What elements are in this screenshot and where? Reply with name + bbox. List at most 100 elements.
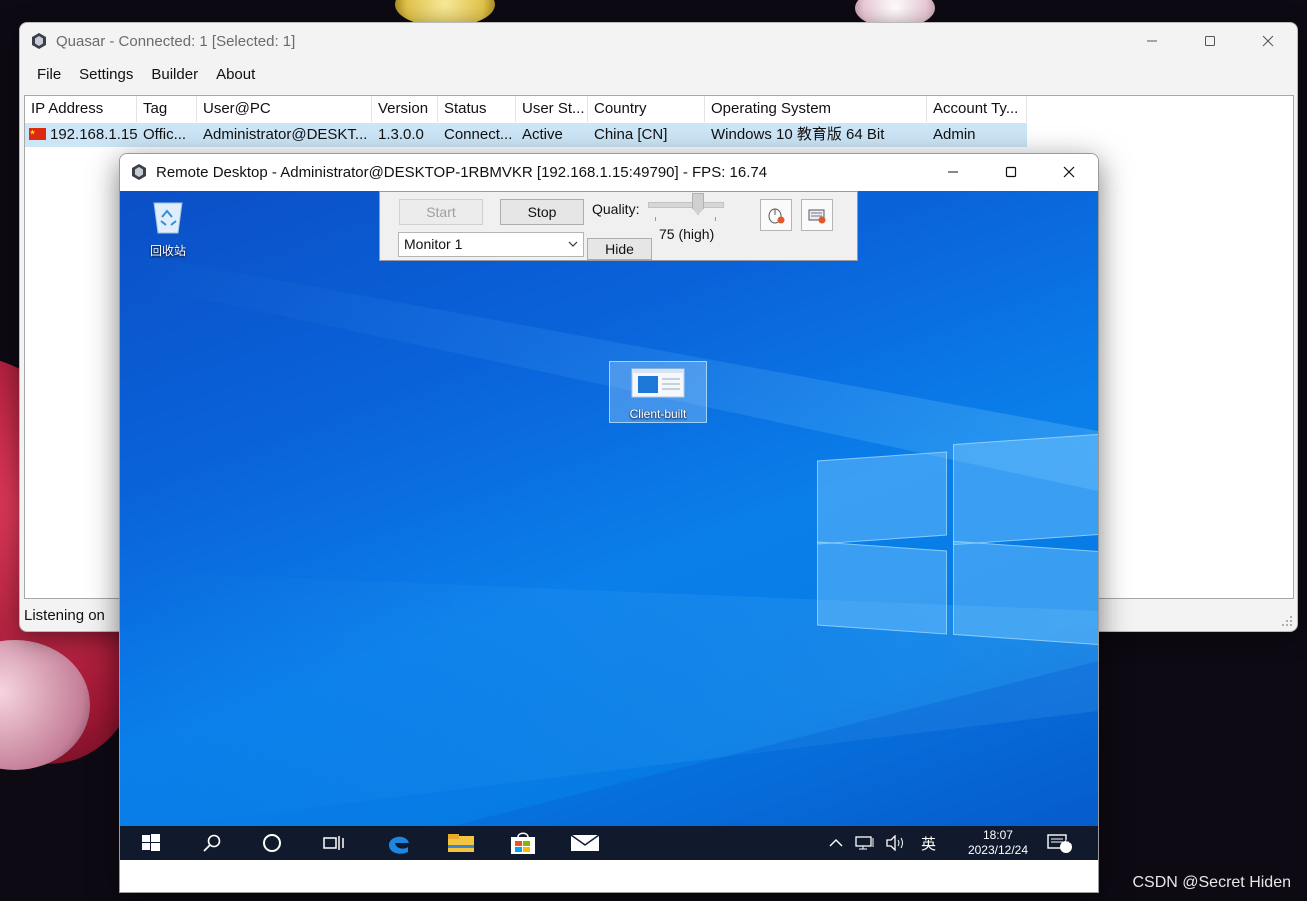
rd-minimize-button[interactable] (924, 154, 982, 190)
close-button[interactable] (1239, 23, 1297, 59)
network-icon (855, 836, 874, 850)
menu-builder[interactable]: Builder (142, 61, 207, 89)
column-header-country[interactable]: Country (588, 96, 705, 122)
cell-user-pc: Administrator@DESKT... (203, 126, 368, 143)
remote-desktop-toolbar: Start Stop Quality: 75 (high) Monitor 1 … (379, 191, 858, 261)
edge-browser-icon (389, 836, 409, 854)
cell-version: 1.3.0.0 (378, 126, 424, 143)
column-header-tag[interactable]: Tag (137, 96, 197, 122)
start-menu-button[interactable] (134, 826, 168, 860)
recycle-bin-desktop-icon[interactable]: 回收站 (140, 197, 196, 259)
column-header-user-status[interactable]: User St... (516, 96, 588, 122)
client-ip: 192.168.1.15 (50, 126, 137, 143)
column-header-ip[interactable]: IP Address (25, 96, 137, 122)
windows-logo-icon (142, 834, 160, 851)
cortana-circle-icon (263, 834, 281, 852)
remote-desktop-titlebar[interactable]: Remote Desktop - Administrator@DESKTOP-1… (120, 154, 1098, 190)
cell-os: Windows 10 教育版 64 Bit (711, 126, 885, 143)
close-icon (1063, 166, 1075, 178)
stop-button[interactable]: Stop (500, 199, 584, 225)
action-center-button[interactable]: 4 (1042, 826, 1078, 860)
client-row[interactable]: 192.168.1.15 Offic... Administrator@DESK… (25, 123, 1027, 147)
mouse-icon (768, 208, 785, 224)
wallpaper-logo-pane (817, 451, 947, 545)
status-bar-text: Listening on (24, 607, 105, 624)
recycle-bin-icon (153, 202, 183, 234)
client-built-label: Client-built (629, 407, 687, 421)
show-hidden-icons-button[interactable] (825, 826, 847, 860)
recycle-bin-label: 回收站 (149, 244, 186, 258)
wallpaper-light-beams (120, 251, 1098, 860)
task-view-button[interactable] (317, 826, 351, 860)
quality-value-label: 75 (high) (659, 226, 715, 242)
keyboard-control-button[interactable] (801, 199, 833, 231)
menu-settings[interactable]: Settings (70, 61, 142, 89)
search-icon (203, 834, 221, 852)
network-tray-button[interactable] (854, 826, 878, 860)
chevron-up-icon (829, 839, 843, 847)
remote-desktop-view[interactable]: 回收站 Client-built Start Stop Quality: 75 … (120, 191, 1098, 860)
keyboard-icon (808, 209, 826, 224)
wallpaper-logo-pane (953, 540, 1098, 646)
ime-indicator[interactable]: 英 (921, 833, 936, 854)
quality-slider-thumb[interactable] (692, 193, 704, 215)
main-titlebar[interactable]: Quasar - Connected: 1 [Selected: 1] (20, 23, 1297, 59)
clients-list-header: IP Address Tag User@PC Version Status Us… (25, 96, 1027, 122)
resize-grip-icon[interactable] (1281, 615, 1293, 627)
minimize-icon (1147, 40, 1157, 42)
file-explorer-taskbar-button[interactable] (443, 826, 479, 860)
clock-time: 18:07 (982, 828, 1013, 842)
remote-desktop-window: Remote Desktop - Administrator@DESKTOP-1… (119, 153, 1099, 893)
main-window-title: Quasar - Connected: 1 [Selected: 1] (56, 32, 296, 50)
start-button[interactable]: Start (399, 199, 483, 225)
volume-icon (886, 835, 903, 851)
mail-taskbar-button[interactable] (567, 826, 603, 860)
folder-icon (448, 834, 474, 852)
rd-maximize-button[interactable] (982, 154, 1040, 190)
monitor-select-value: Monitor 1 (404, 236, 463, 252)
application-icon (631, 368, 685, 398)
chevron-down-icon (568, 241, 578, 247)
menu-about[interactable]: About (207, 61, 264, 89)
column-header-os[interactable]: Operating System (705, 96, 927, 122)
china-flag-icon (29, 128, 46, 140)
cell-tag: Offic... (143, 126, 187, 143)
clock-date: 2023/12/24 (967, 843, 1028, 857)
column-header-account-type[interactable]: Account Ty... (927, 96, 1027, 122)
cell-ip: 192.168.1.15 (25, 123, 137, 147)
notification-count-badge: 4 (1066, 835, 1072, 846)
maximize-icon (1005, 166, 1017, 178)
minimize-icon (948, 171, 958, 173)
mouse-control-button[interactable] (760, 199, 792, 231)
volume-tray-button[interactable] (884, 826, 908, 860)
remote-desktop-title: Remote Desktop - Administrator@DESKTOP-1… (156, 163, 768, 181)
edge-taskbar-button[interactable] (381, 826, 417, 860)
maximize-icon (1205, 36, 1215, 46)
taskbar-clock[interactable]: 18:07 2023/12/24 (968, 828, 1028, 858)
quality-slider-track[interactable] (648, 202, 724, 208)
monitor-select[interactable]: Monitor 1 (398, 232, 584, 257)
column-header-status[interactable]: Status (438, 96, 516, 122)
wallpaper-logo-pane (817, 541, 947, 635)
hide-button[interactable]: Hide (587, 238, 652, 260)
cell-account-type: Admin (933, 126, 976, 143)
mail-icon (570, 834, 600, 851)
cell-status: Connect... (444, 126, 513, 143)
column-header-user-pc[interactable]: User@PC (197, 96, 372, 122)
cortana-button[interactable] (255, 826, 289, 860)
maximize-button[interactable] (1181, 23, 1239, 59)
menu-file[interactable]: File (28, 61, 70, 89)
store-taskbar-button[interactable] (505, 826, 541, 860)
cell-country: China [CN] (594, 126, 668, 143)
cell-user-status: Active (522, 126, 563, 143)
quasar-app-icon (32, 33, 46, 49)
rd-close-button[interactable] (1040, 154, 1098, 190)
watermark-text: CSDN @Secret Hiden (1132, 874, 1291, 891)
wallpaper-logo-pane (953, 433, 1098, 546)
slider-tick (655, 217, 656, 221)
column-header-version[interactable]: Version (372, 96, 438, 122)
minimize-button[interactable] (1123, 23, 1181, 59)
close-icon (1262, 35, 1274, 47)
search-button[interactable] (195, 826, 229, 860)
client-built-desktop-icon[interactable]: Client-built (609, 361, 707, 423)
